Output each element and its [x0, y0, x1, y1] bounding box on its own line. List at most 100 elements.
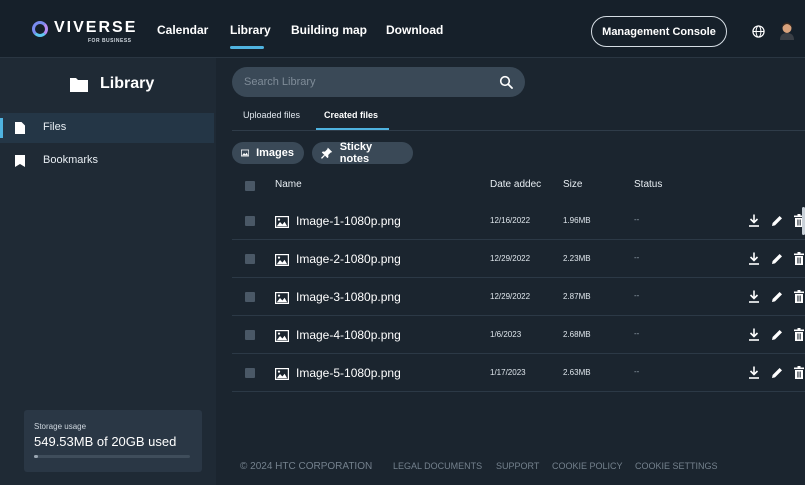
- nav-library[interactable]: Library: [230, 23, 271, 37]
- brand-subtitle: FOR BUSINESS: [88, 38, 132, 44]
- footer-link-cookie-settings[interactable]: COOKIE SETTINGS: [635, 461, 718, 471]
- download-icon[interactable]: [748, 252, 760, 265]
- pin-icon: [321, 147, 333, 159]
- storage-progress-fill: [34, 455, 38, 458]
- image-icon: [241, 149, 250, 157]
- edit-icon[interactable]: [771, 214, 783, 227]
- main-content: Uploaded files Created files Images Stic…: [216, 58, 805, 485]
- file-icon: [15, 122, 25, 134]
- edit-icon[interactable]: [771, 252, 783, 265]
- table-row[interactable]: Image-3-1080p.png 12/29/2022 2.87MB --: [232, 278, 805, 316]
- delete-icon[interactable]: [793, 252, 805, 265]
- sidebar-title-label: Library: [100, 75, 155, 92]
- column-header-status[interactable]: Status: [634, 179, 662, 190]
- nav-building-map[interactable]: Building map: [291, 23, 367, 37]
- viverse-logo-icon: [32, 21, 48, 37]
- sidebar-item-label: Files: [43, 121, 67, 133]
- image-file-icon: [275, 215, 290, 229]
- file-name[interactable]: Image-3-1080p.png: [296, 290, 401, 304]
- tab-divider: [232, 130, 805, 131]
- footer-copyright: © 2024 HTC CORPORATION: [240, 461, 373, 472]
- edit-icon[interactable]: [771, 290, 783, 303]
- edit-icon[interactable]: [771, 366, 783, 379]
- footer-link-legal[interactable]: LEGAL DOCUMENTS: [393, 461, 482, 471]
- image-file-icon: [275, 253, 290, 267]
- file-size: 1.96MB: [563, 216, 591, 225]
- sidebar-item-files[interactable]: Files: [0, 113, 214, 143]
- footer-link-cookie-policy[interactable]: COOKIE POLICY: [552, 461, 623, 471]
- sidebar-item-bookmarks[interactable]: Bookmarks: [0, 146, 214, 176]
- file-name[interactable]: Image-2-1080p.png: [296, 252, 401, 266]
- search-bar[interactable]: [232, 67, 525, 97]
- search-icon[interactable]: [499, 75, 513, 89]
- file-date: 12/29/2022: [490, 292, 531, 301]
- active-indicator: [0, 118, 3, 138]
- column-header-date[interactable]: Date addec: [490, 179, 541, 190]
- file-date: 12/29/2022: [490, 254, 531, 263]
- row-checkbox[interactable]: [245, 330, 255, 340]
- row-checkbox[interactable]: [245, 292, 255, 302]
- viverse-logo[interactable]: VIVERSE FOR BUSINESS: [32, 17, 142, 47]
- edit-icon[interactable]: [771, 328, 783, 341]
- delete-icon[interactable]: [793, 328, 805, 341]
- file-size: 2.63MB: [563, 368, 591, 377]
- management-console-button[interactable]: Management Console: [591, 16, 727, 47]
- tab-created-files[interactable]: Created files: [324, 110, 378, 120]
- nav-download[interactable]: Download: [386, 23, 443, 37]
- sidebar-title: Library: [70, 74, 154, 94]
- filter-chip-sticky-notes[interactable]: Sticky notes: [312, 141, 413, 165]
- download-icon[interactable]: [748, 328, 760, 341]
- file-date: 12/16/2022: [490, 216, 531, 225]
- download-icon[interactable]: [748, 366, 760, 379]
- folder-icon: [70, 77, 88, 92]
- table-row[interactable]: Image-5-1080p.png 1/17/2023 2.63MB --: [232, 354, 805, 392]
- image-file-icon: [275, 367, 290, 381]
- storage-value: 549.53MB of 20GB used: [34, 434, 177, 449]
- tab-uploaded-files[interactable]: Uploaded files: [243, 110, 300, 120]
- file-name[interactable]: Image-4-1080p.png: [296, 328, 401, 342]
- download-icon[interactable]: [748, 214, 760, 227]
- top-bar: VIVERSE FOR BUSINESS Calendar Library Bu…: [0, 0, 805, 58]
- bookmark-icon: [15, 155, 25, 167]
- row-checkbox[interactable]: [245, 216, 255, 226]
- brand-name: VIVERSE: [54, 19, 138, 36]
- file-status: --: [634, 215, 640, 224]
- image-file-icon: [275, 329, 290, 343]
- select-all-checkbox[interactable]: [245, 181, 255, 191]
- filter-chip-label: Images: [256, 147, 294, 159]
- file-date: 1/17/2023: [490, 368, 526, 377]
- sidebar: Library Files Bookmarks Storage usage 54…: [0, 58, 216, 485]
- column-header-name[interactable]: Name: [275, 179, 302, 190]
- image-file-icon: [275, 291, 290, 305]
- row-checkbox[interactable]: [245, 254, 255, 264]
- file-status: --: [634, 367, 640, 376]
- file-name[interactable]: Image-5-1080p.png: [296, 366, 401, 380]
- table-row[interactable]: Image-1-1080p.png 12/16/2022 1.96MB --: [232, 202, 805, 240]
- tab-active-indicator: [316, 128, 389, 130]
- file-size: 2.23MB: [563, 254, 591, 263]
- filter-chip-label: Sticky notes: [339, 141, 373, 165]
- search-input[interactable]: [244, 74, 484, 90]
- file-size: 2.68MB: [563, 330, 591, 339]
- column-header-size[interactable]: Size: [563, 179, 582, 190]
- nav-calendar[interactable]: Calendar: [157, 23, 208, 37]
- footer-link-support[interactable]: SUPPORT: [496, 461, 539, 471]
- delete-icon[interactable]: [793, 366, 805, 379]
- globe-icon[interactable]: [752, 25, 765, 38]
- row-checkbox[interactable]: [245, 368, 255, 378]
- file-date: 1/6/2023: [490, 330, 522, 339]
- table-row[interactable]: Image-2-1080p.png 12/29/2022 2.23MB --: [232, 240, 805, 278]
- download-icon[interactable]: [748, 290, 760, 303]
- file-size: 2.87MB: [563, 292, 591, 301]
- filter-chip-images[interactable]: Images: [232, 142, 304, 164]
- file-name[interactable]: Image-1-1080p.png: [296, 214, 401, 228]
- file-status: --: [634, 329, 640, 338]
- file-status: --: [634, 291, 640, 300]
- delete-icon[interactable]: [793, 290, 805, 303]
- user-avatar-icon[interactable]: [779, 22, 795, 40]
- table-row[interactable]: Image-4-1080p.png 1/6/2023 2.68MB --: [232, 316, 805, 354]
- storage-caption: Storage usage: [34, 422, 87, 431]
- nav-active-indicator: [230, 46, 264, 49]
- file-status: --: [634, 253, 640, 262]
- storage-usage-card: Storage usage 549.53MB of 20GB used: [24, 410, 202, 472]
